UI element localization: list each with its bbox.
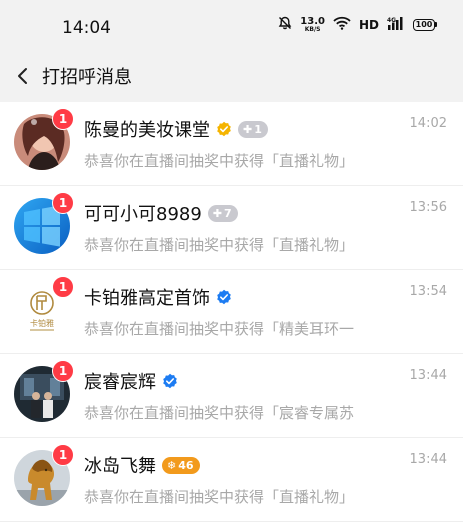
message-preview: 恭喜你在直播间抽奖中获得「直播礼物」	[84, 152, 355, 170]
sender-name: 宸睿宸辉	[84, 372, 156, 393]
sender-name: 卡铂雅高定首饰	[84, 288, 210, 309]
message-preview: 恭喜你在直播间抽奖中获得「直播礼物」	[84, 488, 355, 506]
avatar-logo-text: 卡铂雅	[30, 318, 54, 328]
wifi-icon	[333, 16, 351, 33]
message-row[interactable]: 卡铂雅 1 卡铂雅高定首饰 13:54 恭喜你在直播间抽奖中获得「精美耳环一	[0, 270, 463, 354]
plus-icon: ✚	[243, 122, 253, 136]
verified-icon	[216, 121, 232, 137]
unread-count-badge: 1	[52, 276, 74, 298]
sender-name: 冰岛飞舞	[84, 456, 156, 477]
message-row[interactable]: 1 冰岛飞舞 ❄ 46 13:44 恭喜你在直播间抽奖中获得「直播礼物」	[0, 438, 463, 522]
message-time: 13:56	[409, 200, 447, 215]
message-row[interactable]: 1 可可小可8989 ✚ 7 13:56 恭喜你在直播间抽奖中获得「直播礼物」	[0, 186, 463, 270]
message-list: 1 陈曼的美妆课堂 ✚ 1 14:02 恭喜你在直播间抽奖中获得「直播礼物」 1…	[0, 102, 463, 522]
unread-count-badge: 1	[52, 444, 74, 466]
status-time: 14:04	[62, 18, 111, 38]
sender-name: 陈曼的美妆课堂	[84, 120, 210, 141]
name-line: 卡铂雅高定首饰	[84, 284, 232, 310]
message-time: 14:02	[409, 116, 447, 131]
message-preview: 恭喜你在直播间抽奖中获得「直播礼物」	[84, 236, 355, 254]
name-line: 宸睿宸辉	[84, 368, 178, 394]
snowflake-icon: ❄	[167, 458, 177, 472]
svg-text:4G: 4G	[387, 17, 396, 24]
verified-icon	[216, 289, 232, 305]
verified-icon	[162, 373, 178, 389]
unread-count-badge: 1	[52, 192, 74, 214]
status-bar: 14:04 13.0 KB/S HD 4G 100	[0, 0, 463, 54]
network-speed: 13.0 KB/S	[300, 15, 325, 33]
signal-icon: 4G	[387, 16, 405, 33]
message-preview: 恭喜你在直播间抽奖中获得「宸睿专属苏	[84, 404, 355, 422]
message-time: 13:44	[409, 368, 447, 383]
message-row[interactable]: 1 陈曼的美妆课堂 ✚ 1 14:02 恭喜你在直播间抽奖中获得「直播礼物」	[0, 102, 463, 186]
message-time: 13:44	[409, 452, 447, 467]
unread-count-badge: 1	[52, 108, 74, 130]
unread-count-badge: 1	[52, 360, 74, 382]
fan-level-badge: ✚ 7	[207, 204, 238, 222]
hd-label: HD	[358, 17, 379, 32]
status-icons: 13.0 KB/S HD 4G 100	[278, 16, 437, 33]
plus-icon: ✚	[212, 206, 223, 220]
message-preview: 恭喜你在直播间抽奖中获得「精美耳环一	[84, 320, 355, 338]
bell-muted-icon	[278, 16, 292, 33]
name-line: 可可小可8989 ✚ 7	[84, 200, 238, 226]
battery-icon: 100	[413, 18, 437, 31]
sender-name: 可可小可8989	[84, 204, 202, 225]
nav-bar: 打招呼消息	[0, 54, 463, 102]
message-time: 13:54	[409, 284, 447, 299]
back-arrow-icon[interactable]	[10, 64, 34, 88]
page-title: 打招呼消息	[42, 67, 132, 88]
name-line: 陈曼的美妆课堂 ✚ 1	[84, 116, 268, 142]
message-row[interactable]: 1 宸睿宸辉 13:44 恭喜你在直播间抽奖中获得「宸睿专属苏	[0, 354, 463, 438]
fan-level-badge: ❄ 46	[162, 456, 200, 474]
fan-level-badge: ✚ 1	[238, 120, 268, 138]
name-line: 冰岛飞舞 ❄ 46	[84, 452, 200, 478]
